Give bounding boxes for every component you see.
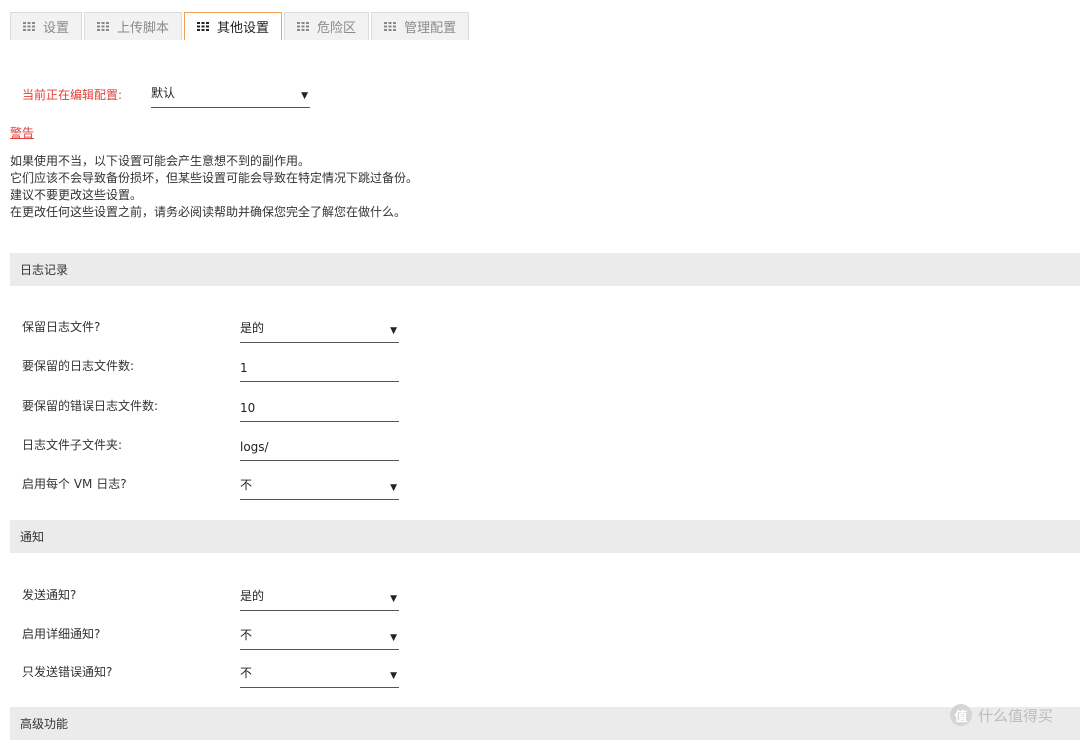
- tab-upload-scripts[interactable]: 上传脚本: [84, 12, 183, 40]
- error-log-files-count-input[interactable]: [240, 401, 399, 415]
- log-files-count-field: [240, 354, 399, 382]
- tab-label: 危险区: [317, 21, 357, 36]
- error-only-notifications-select[interactable]: 不 ▼: [240, 660, 399, 688]
- config-select-value: 默认: [151, 86, 176, 100]
- tab-label: 管理配置: [404, 21, 457, 36]
- keep-logs-select[interactable]: 是的 ▼: [240, 315, 399, 343]
- dropdown-caret-icon: ▼: [301, 91, 308, 101]
- send-notifications-value: 是的: [240, 589, 265, 603]
- section-header-advanced: 高级功能: [10, 707, 1080, 740]
- detailed-notifications-value: 不: [240, 628, 253, 642]
- warning-title: 警告: [10, 126, 35, 140]
- section-title: 日志记录: [20, 263, 69, 277]
- grid-icon: [384, 22, 397, 31]
- section-title: 通知: [20, 530, 45, 544]
- per-vm-log-select[interactable]: 不 ▼: [240, 472, 399, 500]
- dropdown-caret-icon: ▼: [390, 483, 397, 493]
- keep-logs-label: 保留日志文件?: [22, 320, 101, 334]
- error-only-notifications-value: 不: [240, 666, 253, 680]
- grid-icon: [297, 22, 310, 31]
- detailed-notifications-label: 启用详细通知?: [22, 627, 101, 641]
- grid-icon: [197, 22, 210, 31]
- warning-line: 它们应该不会导致备份损坏，但某些设置可能会导致在特定情况下跳过备份。: [10, 171, 419, 185]
- tab-other-settings[interactable]: 其他设置: [184, 12, 283, 40]
- keep-logs-value: 是的: [240, 321, 265, 335]
- tab-manage-configs[interactable]: 管理配置: [371, 12, 470, 40]
- watermark-text: 什么值得买: [978, 706, 1054, 725]
- dropdown-caret-icon: ▼: [390, 326, 397, 336]
- watermark: 值 什么值得买: [950, 704, 1053, 726]
- dropdown-caret-icon: ▼: [390, 671, 397, 681]
- tab-bar: 设置 上传脚本 其他设置 危险区 管理配置: [10, 12, 470, 40]
- dropdown-caret-icon: ▼: [390, 633, 397, 643]
- grid-icon: [97, 22, 110, 31]
- section-header-notifications: 通知: [10, 520, 1080, 553]
- tab-settings[interactable]: 设置: [10, 12, 83, 40]
- log-files-count-label: 要保留的日志文件数:: [22, 359, 135, 373]
- watermark-logo-icon: 值: [950, 704, 972, 726]
- log-files-count-input[interactable]: [240, 361, 399, 375]
- warning-text: 如果使用不当，以下设置可能会产生意想不到的副作用。 它们应该不会导致备份损坏，但…: [10, 153, 418, 221]
- log-subfolder-label: 日志文件子文件夹:: [22, 438, 123, 452]
- warning-line: 如果使用不当，以下设置可能会产生意想不到的副作用。: [10, 154, 311, 168]
- per-vm-log-label: 启用每个 VM 日志?: [22, 477, 127, 491]
- error-only-notifications-label: 只发送错误通知?: [22, 665, 113, 679]
- config-select[interactable]: 默认 ▼: [151, 80, 310, 108]
- tab-label: 上传脚本: [117, 21, 170, 36]
- warning-line: 在更改任何这些设置之前，请务必阅读帮助并确保您完全了解您在做什么。: [10, 205, 407, 219]
- error-log-files-count-field: [240, 394, 399, 422]
- dropdown-caret-icon: ▼: [390, 594, 397, 604]
- log-subfolder-field: [240, 433, 399, 461]
- log-subfolder-input[interactable]: [240, 440, 399, 454]
- detailed-notifications-select[interactable]: 不 ▼: [240, 622, 399, 650]
- section-header-logging: 日志记录: [10, 253, 1080, 286]
- send-notifications-label: 发送通知?: [22, 588, 77, 602]
- grid-icon: [23, 22, 35, 31]
- warning-line: 建议不要更改这些设置。: [10, 188, 143, 202]
- error-log-files-count-label: 要保留的错误日志文件数:: [22, 399, 159, 413]
- tab-danger-zone[interactable]: 危险区: [284, 12, 370, 40]
- tab-label: 设置: [43, 21, 70, 36]
- per-vm-log-value: 不: [240, 478, 253, 492]
- section-title: 高级功能: [20, 717, 69, 731]
- config-label: 当前正在编辑配置:: [22, 88, 123, 102]
- tab-label: 其他设置: [217, 21, 270, 36]
- send-notifications-select[interactable]: 是的 ▼: [240, 583, 399, 611]
